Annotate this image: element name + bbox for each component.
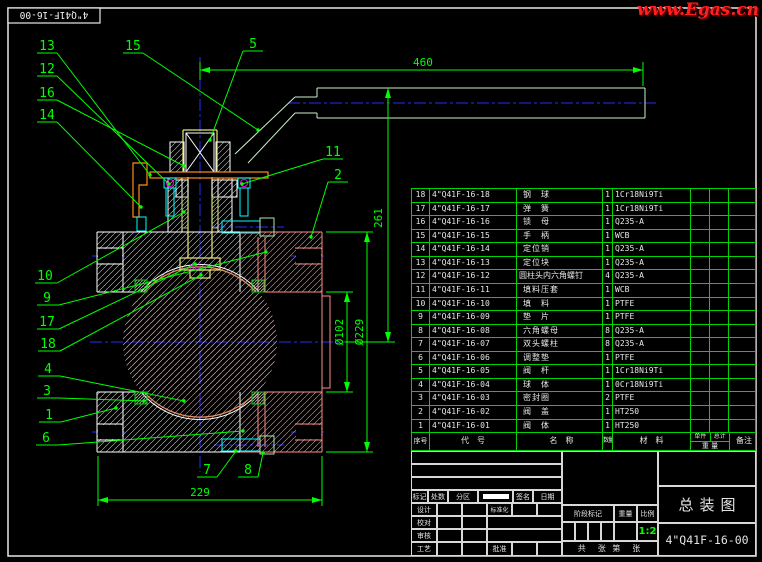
table-row: 24"Q41F-16-02阀 盖1HT250	[412, 405, 755, 419]
header-weight: 重 量	[691, 442, 729, 450]
scale-value: 1:2	[637, 522, 658, 541]
packing-gland-section	[176, 180, 188, 197]
table-header-row: 序号 代 号 名 称 数量 材 料 单件总计 重 量 备注	[412, 432, 755, 450]
table-row: 94"Q41F-16-09垫 片1PTFE	[412, 310, 755, 324]
part-name: 钢 球	[517, 189, 603, 202]
header-weight-each: 单件	[691, 433, 711, 441]
callout-13: 13	[39, 39, 55, 54]
callout-1: 1	[45, 408, 53, 423]
part-qty: 1	[603, 189, 613, 202]
table-row: 134"Q41F-16-13定位块1Q235-A	[412, 256, 755, 270]
company-box	[658, 451, 756, 486]
part-no: 18	[412, 189, 430, 202]
label-sign: 签名	[513, 490, 533, 503]
table-row: 164"Q41F-16-16锁 母1Q235-A	[412, 215, 755, 229]
label-review: 审核	[411, 529, 437, 542]
callout-16: 16	[39, 86, 55, 101]
sheets-label: 共 张 第 张	[562, 541, 658, 556]
table-row: 124"Q41F-16-12圆柱头内六角螺钉4Q235-A	[412, 269, 755, 283]
table-row: 14"Q41F-16-01阀 体1HT250	[412, 419, 755, 433]
callout-6: 6	[42, 431, 50, 446]
label-weight: 重量	[614, 505, 637, 522]
label-mark: 标记	[411, 490, 428, 503]
table-row: 84"Q41F-16-08六角螺母8Q235-A	[412, 324, 755, 338]
callout-7: 7	[203, 463, 211, 478]
dim-handle-length: 460	[413, 56, 433, 69]
callout-4: 4	[44, 362, 52, 377]
label-process: 工艺	[411, 542, 437, 556]
callout-9: 9	[43, 291, 51, 306]
header-remarks: 备注	[730, 433, 758, 450]
erased-area	[483, 494, 509, 499]
header-code: 代 号	[430, 433, 517, 450]
part-material: 1Cr18Ni9Ti	[613, 189, 691, 202]
label-stage-mark: 阶段标记	[562, 505, 614, 522]
table-row: 184"Q41F-16-18钢 球11Cr18Ni9Ti	[412, 189, 755, 202]
callout-17: 17	[39, 315, 55, 330]
drawing-number: 4"Q41F-16-00	[658, 523, 756, 556]
callout-15: 15	[125, 39, 141, 54]
callout-14: 14	[39, 108, 55, 123]
flange-bolt-hole	[98, 425, 122, 439]
dim-face-to-face: 229	[190, 486, 210, 499]
handle	[235, 88, 645, 163]
callout-11: 11	[325, 145, 341, 160]
label-standardization: 标准化	[487, 503, 512, 516]
site-logo: www.Egas.cn	[637, 0, 759, 20]
packing-gland-section	[212, 180, 237, 197]
flange-bolt-hole	[296, 249, 321, 263]
callout-3: 3	[43, 384, 51, 399]
dim-height: 261	[372, 208, 385, 228]
label-approve: 批准	[487, 542, 512, 556]
header-weight-total: 总计	[711, 433, 730, 441]
table-row: 104"Q41F-16-10填 料1PTFE	[412, 297, 755, 311]
label-zone: 分区	[448, 490, 478, 503]
header-weight-group: 单件总计 重 量	[691, 433, 730, 450]
corner-stamp-text: 4"Q41F-16-00	[19, 9, 88, 20]
label-count: 处数	[428, 490, 448, 503]
cad-viewport: { "logo": { "text": "www.Egas.cn" }, "co…	[0, 0, 762, 562]
table-row: 54"Q41F-16-05阀 杆11Cr18Ni9Ti	[412, 364, 755, 378]
table-row: 44"Q41F-16-04球 体10Cr18Ni9Ti	[412, 378, 755, 392]
label-date: 日期	[533, 490, 562, 503]
label-design: 设计	[411, 503, 437, 516]
header-material: 材 料	[613, 433, 691, 450]
callout-12: 12	[39, 62, 55, 77]
stop-plate	[150, 172, 268, 178]
parts-table: 184"Q41F-16-18钢 球11Cr18Ni9Ti 174"Q41F-16…	[411, 188, 756, 451]
dim-bore: Ø102	[333, 319, 346, 346]
table-row: 114"Q41F-16-11填料压套1WCB	[412, 283, 755, 297]
stage-top-box	[562, 451, 658, 505]
locating-pin	[137, 217, 146, 231]
locating-block	[133, 163, 147, 217]
dim-flange-od: Ø229	[353, 319, 366, 346]
callout-18: 18	[40, 337, 56, 352]
flange-bolt-hole	[98, 249, 122, 263]
label-scale: 比例	[637, 505, 658, 522]
header-no: 序号	[412, 433, 430, 450]
title-block: 标记 处数 分区 签名 日期 设计 标准化 校对 审核 工艺 批准 阶段标记 重…	[411, 451, 756, 556]
packing-section	[212, 197, 218, 228]
callout-10: 10	[37, 269, 53, 284]
callout-8: 8	[244, 463, 252, 478]
drawing-title: 总装图	[658, 486, 756, 523]
header-qty: 数量	[603, 433, 613, 450]
flange-bolt-hole	[296, 425, 321, 439]
table-row: 154"Q41F-16-15手 柄1WCB	[412, 229, 755, 243]
callout-5: 5	[249, 37, 257, 52]
part-code: 4"Q41F-16-18	[430, 189, 517, 202]
table-row: 34"Q41F-16-03密封圈2PTFE	[412, 391, 755, 405]
callout-2: 2	[334, 168, 342, 183]
table-row: 144"Q41F-16-14定位销1Q235-A	[412, 242, 755, 256]
header-name: 名 称	[517, 433, 603, 450]
label-check: 校对	[411, 516, 437, 529]
table-row: 64"Q41F-16-06调整垫1PTFE	[412, 351, 755, 365]
table-row: 74"Q41F-16-07双头螺柱8Q235-A	[412, 337, 755, 351]
table-row: 174"Q41F-16-17弹 簧11Cr18Ni9Ti	[412, 202, 755, 216]
